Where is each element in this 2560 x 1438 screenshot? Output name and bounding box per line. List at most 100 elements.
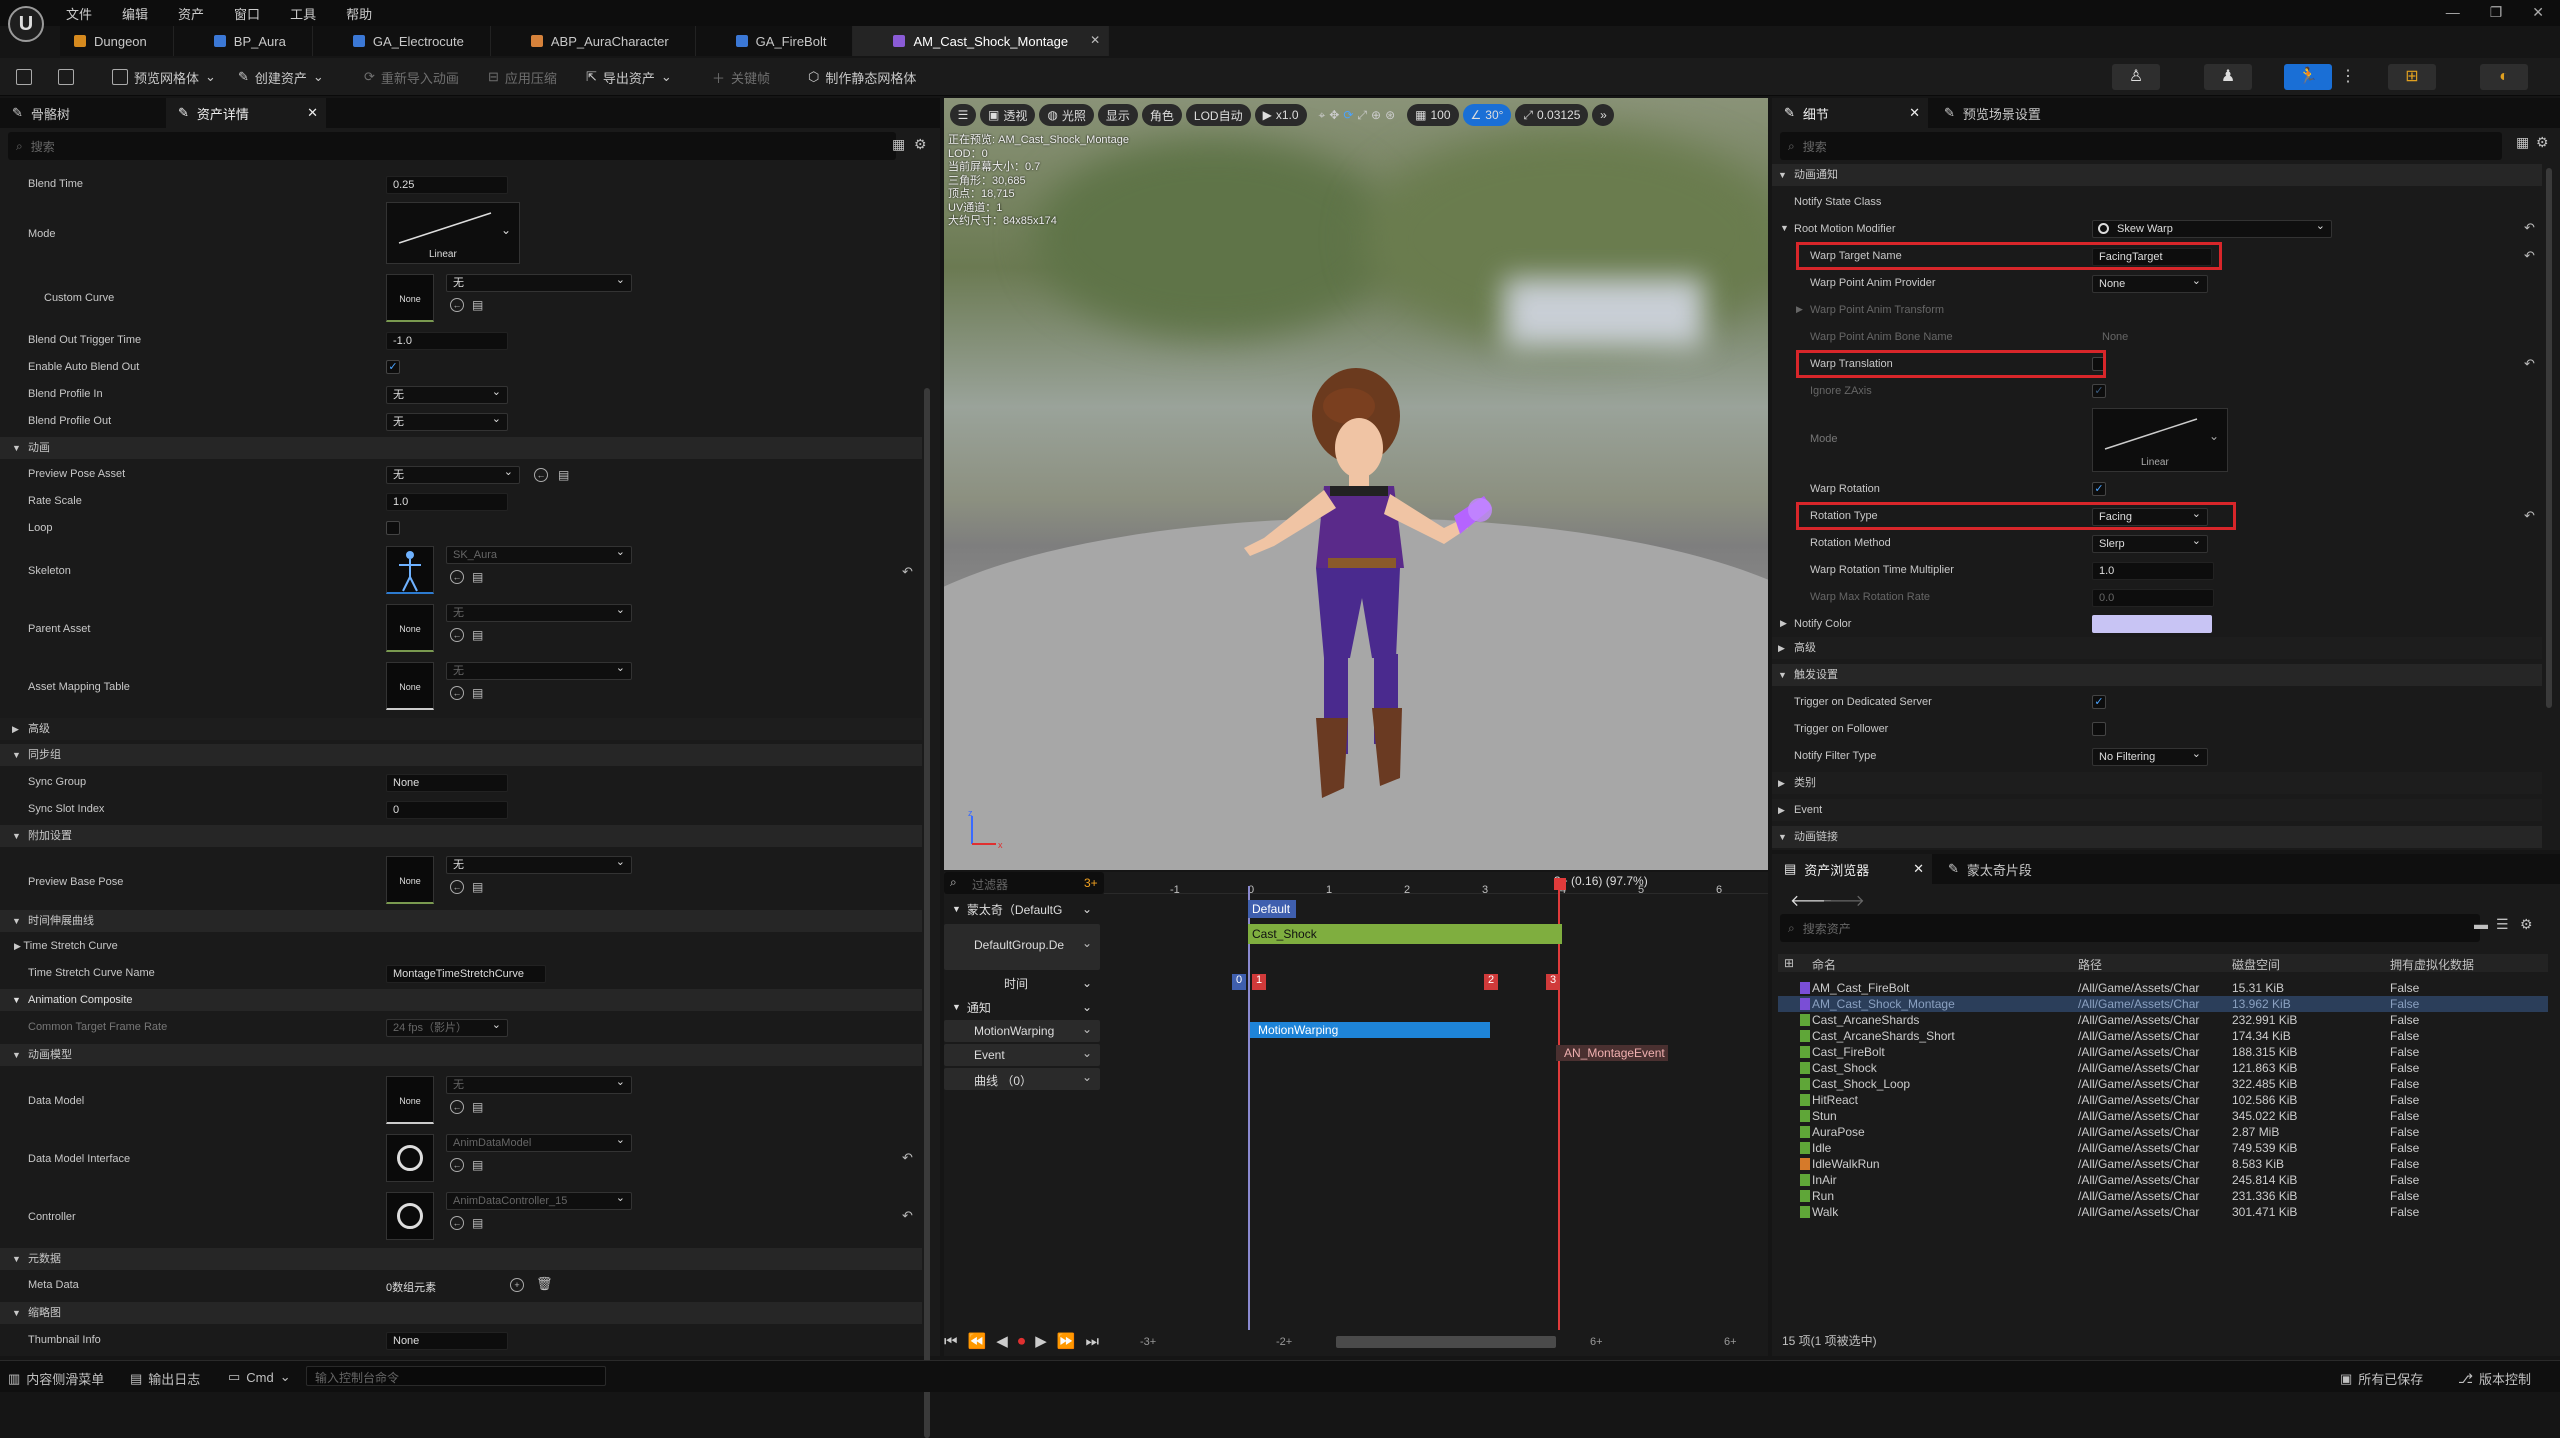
tab-abp-aura-character[interactable]: ABP_AuraCharacter [490,26,696,56]
content-drawer-button[interactable]: ▥ 内容侧滑菜单 [8,1369,104,1388]
asset-row[interactable]: IdleWalkRun/All/Game/Assets/Char 8.583 Ki… [1778,1156,2548,1172]
warp-rotation-checkbox[interactable]: ✓ [2092,482,2106,496]
col-name-header[interactable]: 命名 [1812,956,1836,973]
category-time-stretch[interactable]: ▼ 时间伸展曲线 [0,910,922,932]
timeline-range-scrollbar[interactable] [1336,1336,1556,1348]
unreal-logo-icon[interactable]: U [8,6,44,42]
step-back-icon[interactable]: ⏪ [968,1332,987,1350]
browse-icon[interactable]: ▤ [472,1158,483,1172]
warp-mode-curve-picker[interactable]: Linear ⌄ [2092,408,2228,472]
browse-icon[interactable]: ▤ [472,686,483,700]
reset-to-default-icon[interactable]: ↶ [902,1208,913,1224]
blend-out-trigger-field[interactable]: -1.0 [386,332,508,350]
use-selected-icon[interactable]: ← [450,570,464,584]
category-category[interactable]: ▶ 类别 [1772,772,2542,794]
menu-tools[interactable]: 工具 [290,4,316,23]
menu-asset[interactable]: 资产 [178,4,204,23]
section-marker[interactable]: 0 [1232,974,1246,990]
category-animation-composite[interactable]: ▼ Animation Composite [0,989,922,1011]
data-model-interface-dropdown[interactable]: AnimDataModel [446,1132,632,1152]
section-marker[interactable]: 2 [1484,974,1498,990]
menu-file[interactable]: 文件 [66,4,92,23]
asset-row[interactable]: Cast_Shock_Loop/All/Game/Assets/Char 322.… [1778,1076,2548,1092]
details-search-input[interactable]: ⌕ 搜索 [1780,132,2502,160]
menu-edit[interactable]: 编辑 [122,4,148,23]
close-tab-icon[interactable]: ✕ [1090,33,1100,47]
reset-to-default-icon[interactable]: ↶ [2524,356,2535,372]
save-button[interactable] [16,66,32,88]
keyframe-button[interactable]: ＋关键帧 [712,66,770,88]
reset-to-default-icon[interactable]: ↶ [902,1150,913,1166]
browse-icon[interactable]: ▤ [472,570,483,584]
mesh-mode-button[interactable]: ♟ [2204,64,2252,90]
tab-preview-scene-settings[interactable]: ✎ 预览场景设置 [1932,98,2053,128]
tab-asset-browser[interactable]: ▤ 资产浏览器 ✕ [1772,854,1932,884]
play-reverse-icon[interactable]: ◀ [996,1332,1008,1350]
asset-row[interactable]: Cast_FireBolt/All/Game/Assets/Char 188.31… [1778,1044,2548,1060]
time-ruler[interactable] [1104,872,1768,894]
tab-ga-firebolt[interactable]: GA_FireBolt [695,26,854,56]
more-options-icon[interactable]: ⋮ [2340,65,2356,87]
event-track-header[interactable]: Event ⌄ [944,1044,1100,1066]
reset-to-default-icon[interactable]: ↶ [2524,248,2535,264]
tab-am-cast-shock-montage[interactable]: AM_Cast_Shock_Montage ✕ [853,26,1110,56]
play-rate-button[interactable]: ▶ x1.0 [1254,104,1307,126]
rotation-time-mult-field[interactable]: 1.0 [2092,562,2214,580]
gear-icon[interactable]: ⚙ [2520,916,2533,933]
curves-track-header[interactable]: 曲线 （0） ⌄ [944,1068,1100,1090]
max-rotation-rate-field[interactable]: 0.0 [2092,589,2214,607]
menu-help[interactable]: 帮助 [346,4,372,23]
lit-button[interactable]: ◍ 光照 [1039,104,1094,126]
reimport-button[interactable]: ⟳ 重新导入动画 [364,66,459,88]
rotation-method-dropdown[interactable]: Slerp [2092,533,2208,553]
use-selected-icon[interactable]: ← [534,468,548,482]
thumbnail-info-field[interactable]: None [386,1332,508,1350]
create-asset-button[interactable]: ✎ 创建资产 ⌄ [238,66,324,88]
browse-icon[interactable]: ▤ [472,628,483,642]
rotation-snap-button[interactable]: ∠ 30° [1462,104,1512,126]
col-size-header[interactable]: 磁盘空间 [2232,956,2280,973]
tab-asset-details[interactable]: ✎ 资产详情 ✕ [166,98,326,128]
asset-row[interactable]: InAir/All/Game/Assets/Char 245.814 KiB Fal… [1778,1172,2548,1188]
montage-event-notify[interactable]: AN_MontageEvent [1556,1045,1668,1061]
forward-arrow-icon[interactable]: 🡒 [1822,890,1865,911]
use-selected-icon[interactable]: ← [450,298,464,312]
root-motion-dropdown[interactable]: Skew Warp [2092,218,2332,238]
auto-blend-out-checkbox[interactable]: ✓ [386,360,400,374]
ignore-z-checkbox[interactable]: ✓ [2092,384,2106,398]
close-window-icon[interactable]: ✕ [2532,4,2544,21]
sync-slot-field[interactable]: 0 [386,801,508,819]
asset-row[interactable]: Idle/All/Game/Assets/Char 749.539 KiB Fals… [1778,1140,2548,1156]
blend-mode-curve-picker[interactable]: Linear ⌄ [386,202,520,264]
skeleton-mode-button[interactable]: ♙ [2112,64,2160,90]
asset-row[interactable]: Run/All/Game/Assets/Char 231.336 KiB False [1778,1188,2548,1204]
gear-icon[interactable]: ⚙ [914,136,927,153]
skip-to-start-icon[interactable]: ⏮ [944,1333,958,1350]
timeline-filter-input[interactable]: ⌕ 过滤器 [944,872,1104,894]
close-tab-icon[interactable]: ✕ [1913,861,1924,877]
default-section[interactable]: Default [1248,900,1296,918]
animation-mode-button[interactable]: 🏃 [2284,64,2332,90]
output-log-button[interactable]: ▤ 输出日志 [130,1369,200,1388]
notify-track-header[interactable]: ▼ 通知 ⌄ [944,996,1100,1018]
preview-pose-dropdown[interactable]: 无 [386,464,520,484]
asset-row[interactable]: Walk/All/Game/Assets/Char 301.471 KiB Fals… [1778,1204,2548,1220]
category-trigger-settings[interactable]: ▼ 触发设置 [1772,664,2542,686]
time-stretch-name-field[interactable]: MontageTimeStretchCurve [386,965,546,983]
collapse-arrow-icon[interactable]: ▼ [1780,223,1789,233]
category-event[interactable]: ▶ Event [1772,799,2542,821]
category-anim-model[interactable]: ▼ 动画模型 [0,1044,922,1066]
category-sync-group[interactable]: ▼ 同步组 [0,744,922,766]
tab-montage-sections[interactable]: ✎ 蒙太奇片段 [1936,854,2044,884]
table-view-icon[interactable]: ▦ [892,136,905,153]
asset-row[interactable]: AM_Cast_FireBolt/All/Game/Assets/Char 15.… [1778,980,2548,996]
notify-filter-dropdown[interactable]: No Filtering [2092,746,2208,766]
details-search-input[interactable]: ⌕ 搜索 [8,132,896,160]
parent-asset-dropdown[interactable]: 无 [446,602,632,622]
trash-icon[interactable]: 🗑 [536,1276,553,1292]
skeleton-dropdown[interactable]: SK_Aura [446,544,632,564]
browse-icon[interactable]: ▤ [558,468,569,482]
lod-auto-button[interactable]: LOD自动 [1185,104,1251,126]
asset-search-input[interactable]: ⌕ 搜索资产 [1780,914,2480,942]
browse-icon[interactable]: ▤ [472,1216,483,1230]
